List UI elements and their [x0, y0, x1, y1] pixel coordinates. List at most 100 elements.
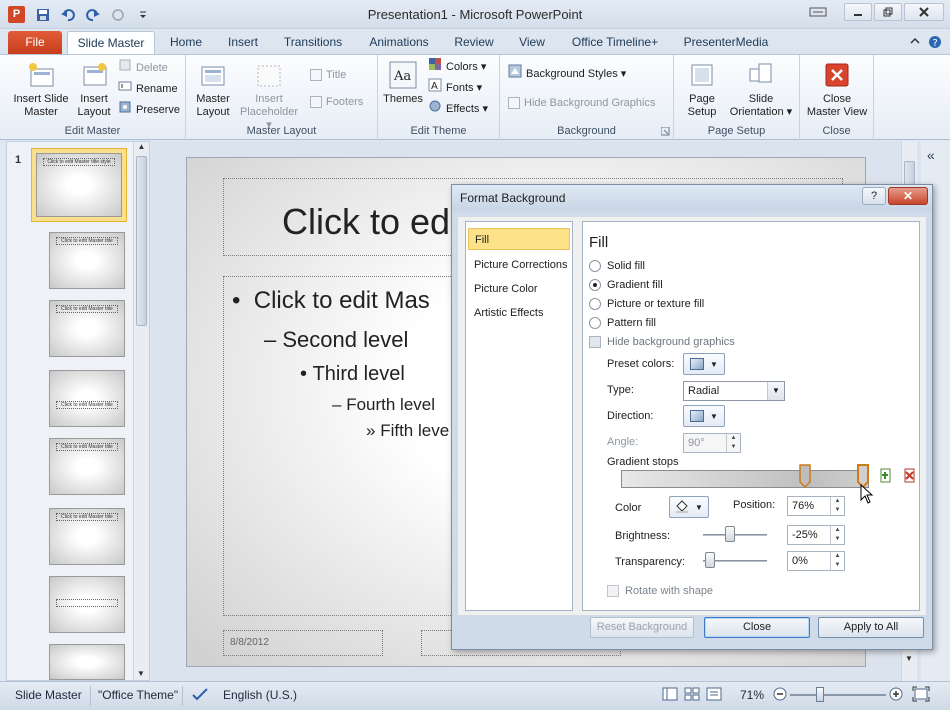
footers-checkbox[interactable]: Footers — [310, 93, 363, 111]
date-placeholder[interactable]: 8/8/2012 — [223, 630, 383, 656]
reading-view-icon[interactable] — [706, 687, 722, 704]
tab-file[interactable]: File — [8, 31, 62, 54]
angle-spinner[interactable]: 90° ▲ ▼ — [683, 433, 741, 453]
remove-gradient-stop-icon[interactable] — [901, 467, 919, 485]
background-dialog-launcher-icon[interactable] — [660, 126, 670, 136]
ribbon-display-icon[interactable] — [806, 3, 830, 21]
minimize-icon[interactable] — [844, 3, 872, 21]
thumbnail-layout[interactable]: Click to edit Master title style — [49, 300, 125, 357]
direction-picker[interactable]: ▼ — [683, 405, 725, 427]
thumbnail-layout[interactable]: Click to edit Master title style — [49, 232, 125, 289]
nav-picture-color[interactable]: Picture Color — [468, 278, 570, 300]
zoom-slider-track[interactable] — [790, 694, 886, 696]
thumbnail-layout[interactable]: Click to edit Master title style — [49, 370, 125, 427]
zoom-level[interactable]: 71% — [740, 688, 764, 702]
dialog-close-button[interactable]: Close — [704, 617, 810, 638]
tab-presentermedia[interactable]: PresenterMedia — [678, 31, 774, 54]
delete-button[interactable]: Delete — [118, 59, 168, 77]
tab-slide-master[interactable]: Slide Master — [67, 31, 155, 54]
minimize-ribbon-icon[interactable] — [910, 35, 920, 52]
next-slide-icon[interactable]: ▼ — [902, 654, 916, 663]
nav-fill[interactable]: Fill — [468, 228, 570, 250]
preset-colors-picker[interactable]: ▼ — [683, 353, 725, 375]
type-select[interactable]: Radial ▼ — [683, 381, 785, 401]
thumbnail-layout[interactable] — [49, 644, 125, 680]
themes-button[interactable]: Aa Themes — [382, 59, 424, 106]
zoom-out-icon[interactable] — [772, 686, 788, 705]
thumbnail-layout[interactable] — [49, 576, 125, 633]
gradient-stops-bar[interactable] — [621, 470, 869, 488]
normal-view-icon[interactable] — [662, 687, 678, 704]
solid-fill-option[interactable]: Solid fill — [589, 258, 645, 274]
transparency-slider-thumb[interactable] — [705, 552, 715, 568]
picture-texture-fill-radio[interactable] — [589, 298, 601, 310]
dialog-help-icon[interactable]: ? — [862, 187, 886, 205]
scroll-down-icon[interactable]: ▼ — [134, 669, 148, 678]
collapse-pane-icon[interactable]: « — [927, 147, 935, 163]
tab-insert[interactable]: Insert — [222, 31, 264, 54]
solid-fill-radio[interactable] — [589, 260, 601, 272]
status-language[interactable]: English (U.S.) — [223, 688, 297, 702]
tab-home[interactable]: Home — [166, 31, 206, 54]
title-checkbox[interactable]: Title — [310, 66, 346, 84]
slide-sorter-icon[interactable] — [684, 687, 700, 704]
add-gradient-stop-icon[interactable] — [877, 467, 895, 485]
spell-check-icon[interactable] — [191, 687, 209, 704]
pattern-fill-option[interactable]: Pattern fill — [589, 315, 656, 331]
restore-icon[interactable] — [874, 3, 902, 21]
rotate-with-shape-option[interactable]: Rotate with shape — [607, 583, 713, 599]
insert-slide-master-button[interactable]: Insert Slide Master — [8, 59, 74, 119]
status-theme-name[interactable]: "Office Theme" — [98, 688, 178, 702]
page-setup-button[interactable]: Page Setup — [680, 59, 724, 119]
brightness-slider-track[interactable] — [703, 534, 767, 536]
gradient-fill-radio[interactable] — [589, 279, 601, 291]
picture-texture-fill-option[interactable]: Picture or texture fill — [589, 296, 704, 312]
thumbnail-master-selected[interactable]: Click to edit Master title style — [31, 148, 127, 222]
brightness-slider-thumb[interactable] — [725, 526, 735, 542]
rotate-with-shape-checkbox[interactable] — [607, 585, 619, 597]
brightness-spinner[interactable]: -25% ▲ ▼ — [787, 525, 845, 545]
thumbnail-layout[interactable]: Click to edit Master title style — [49, 438, 125, 495]
help-icon[interactable]: ? — [928, 35, 942, 52]
reset-background-button[interactable]: Reset Background — [590, 617, 694, 638]
insert-placeholder-button[interactable]: Insert Placeholder ▾ — [236, 59, 302, 132]
master-layout-button[interactable]: Master Layout — [192, 59, 234, 119]
fonts-button[interactable]: A Fonts ▾ — [428, 78, 482, 97]
hide-background-graphics-checkbox[interactable]: Hide Background Graphics — [508, 94, 655, 112]
gradient-stop-handle[interactable] — [799, 464, 811, 488]
rename-button[interactable]: Rename — [118, 80, 178, 98]
fit-slide-to-window-icon[interactable] — [912, 686, 930, 705]
thumbnail-layout[interactable]: Click to edit Master title style — [49, 508, 125, 565]
apply-to-all-button[interactable]: Apply to All — [818, 617, 924, 638]
transparency-spinner[interactable]: 0% ▲ ▼ — [787, 551, 845, 571]
pattern-fill-radio[interactable] — [589, 317, 601, 329]
hide-background-graphics-checkbox[interactable] — [589, 336, 601, 348]
dialog-title-bar[interactable]: Format Background ? ✕ — [452, 185, 932, 211]
stop-color-picker[interactable]: ▼ — [669, 496, 709, 518]
insert-layout-button[interactable]: Insert Layout — [72, 59, 116, 119]
dialog-close-icon[interactable]: ✕ — [888, 187, 928, 205]
close-master-view-button[interactable]: Close Master View — [802, 59, 872, 119]
thumbnail-scrollbar-thumb[interactable] — [136, 156, 147, 326]
close-window-icon[interactable] — [904, 3, 944, 21]
colors-button[interactable]: Colors ▾ — [428, 58, 486, 76]
tab-transitions[interactable]: Transitions — [280, 31, 346, 54]
scroll-up-icon[interactable]: ▲ — [134, 142, 149, 151]
zoom-slider-thumb[interactable] — [816, 687, 824, 702]
nav-artistic-effects[interactable]: Artistic Effects — [468, 302, 570, 324]
tab-review[interactable]: Review — [450, 31, 498, 54]
tab-office-timeline[interactable]: Office Timeline+ — [566, 31, 664, 54]
group-page-setup: Page Setup Slide Orientation ▾ Page Setu… — [674, 55, 800, 140]
zoom-in-icon[interactable] — [888, 686, 904, 705]
position-spinner[interactable]: 76% ▲ ▼ — [787, 496, 845, 516]
nav-picture-corrections[interactable]: Picture Corrections — [468, 254, 570, 276]
effects-button[interactable]: Effects ▾ — [428, 100, 488, 118]
tab-animations[interactable]: Animations — [364, 31, 434, 54]
gradient-fill-option[interactable]: Gradient fill — [589, 277, 663, 293]
background-styles-button[interactable]: Background Styles ▾ — [508, 64, 626, 83]
hide-background-graphics-option[interactable]: Hide background graphics — [589, 334, 735, 350]
slide-orientation-button[interactable]: Slide Orientation ▾ — [726, 59, 796, 119]
tab-view[interactable]: View — [514, 31, 550, 54]
preserve-button[interactable]: Preserve — [118, 101, 180, 119]
thumbnail-scrollbar[interactable]: ▲ ▼ — [133, 142, 149, 680]
